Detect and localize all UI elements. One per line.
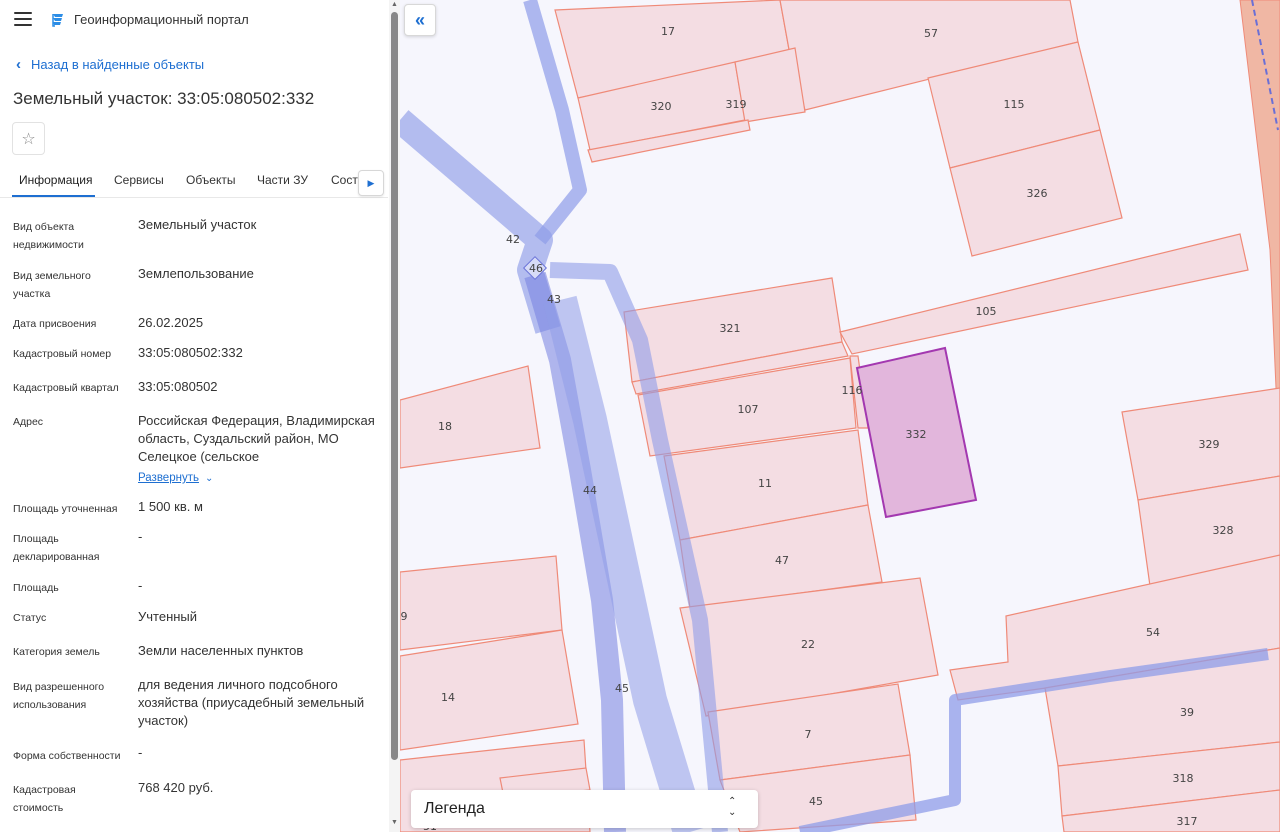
info-value: - bbox=[138, 578, 143, 593]
info-value: Учтенный bbox=[138, 609, 198, 624]
info-value: Земли населенных пунктов bbox=[138, 643, 304, 658]
tab-bar: Информация Сервисы Объекты Части ЗУ Сост… bbox=[0, 164, 388, 198]
info-label: Кадастровая стоимость bbox=[13, 784, 76, 814]
parcel-label: 43 bbox=[547, 293, 561, 306]
tabs-scroll-right-button[interactable]: ▶ bbox=[358, 170, 384, 196]
parcel-label: 22 bbox=[801, 638, 815, 651]
scroll-up-icon[interactable]: ▲ bbox=[391, 1, 398, 8]
parcel-18[interactable] bbox=[400, 365, 541, 469]
info-value: Землепользование bbox=[138, 266, 254, 281]
info-label: Дата присвоения bbox=[13, 318, 97, 330]
chevron-left-icon: ‹ bbox=[16, 56, 21, 73]
info-label: Кадастровый номер bbox=[13, 348, 112, 360]
parcel-label: 317 bbox=[1177, 815, 1198, 828]
parcel-label: 54 bbox=[1146, 626, 1160, 639]
info-value: 33:05:080502 bbox=[138, 379, 218, 394]
tab-information[interactable]: Информация bbox=[19, 173, 92, 187]
expand-address-link[interactable]: Развернуть bbox=[138, 472, 199, 484]
sidebar-scrollbar[interactable]: ▲ ▼ bbox=[389, 0, 400, 832]
parcel-label: 46 bbox=[529, 262, 543, 275]
info-label: Площадь уточненная bbox=[13, 503, 118, 515]
favorite-button[interactable]: ☆ bbox=[12, 122, 45, 155]
double-chevron-left-icon: « bbox=[414, 9, 425, 30]
parcel-label: 18 bbox=[438, 420, 452, 433]
star-icon: ☆ bbox=[21, 130, 36, 148]
active-tab-indicator bbox=[12, 195, 95, 197]
tab-parts[interactable]: Части ЗУ bbox=[257, 173, 308, 187]
portal-logo-icon bbox=[52, 14, 63, 27]
info-value: 1 500 кв. м bbox=[138, 499, 203, 514]
info-label: Категория земель bbox=[13, 646, 100, 658]
parcel-label: 329 bbox=[1199, 438, 1220, 451]
parcel-label: 328 bbox=[1213, 524, 1234, 537]
map-canvas[interactable]: 17 57 320 319 115 326 42 46 43 321 105 1… bbox=[400, 0, 1280, 832]
tab-objects[interactable]: Объекты bbox=[186, 173, 236, 187]
parcel-label: 318 bbox=[1173, 772, 1194, 785]
parcel-label: 7 bbox=[805, 728, 812, 741]
parcel-layer bbox=[400, 0, 1280, 832]
parcel-label: 116 bbox=[842, 384, 863, 397]
collapse-panel-button[interactable]: « bbox=[404, 4, 436, 36]
info-value: 26.02.2025 bbox=[138, 315, 204, 330]
parcel-label: 319 bbox=[726, 98, 747, 111]
info-label: Вид земельного участка bbox=[13, 270, 91, 300]
page-title: Земельный участок: 33:05:080502:332 bbox=[13, 89, 315, 108]
legend-dropdown[interactable]: Легенда ⌃ ⌄ bbox=[411, 790, 758, 828]
expand-collapse-icon: ⌃ ⌄ bbox=[728, 796, 737, 818]
parcel-label: 14 bbox=[441, 691, 455, 704]
parcel-label: 39 bbox=[1180, 706, 1194, 719]
info-value: для ведения личного подсобного хозяйства… bbox=[138, 677, 365, 728]
parcel-label: 11 bbox=[758, 477, 772, 490]
legend-label: Легенда bbox=[424, 800, 485, 817]
menu-icon[interactable] bbox=[14, 12, 32, 28]
info-label: Кадастровый квартал bbox=[13, 382, 119, 394]
info-label: Площадь bbox=[13, 582, 59, 594]
parcel-label: 321 bbox=[720, 322, 741, 335]
info-value: - bbox=[138, 529, 143, 544]
parcel-label: 47 bbox=[775, 554, 789, 567]
info-label: Статус bbox=[13, 612, 47, 624]
sidebar-panel: Геоинформационный портал ‹ Назад в найде… bbox=[0, 0, 400, 832]
info-value: Земельный участок bbox=[138, 217, 257, 232]
info-label: Площадь декларированная bbox=[13, 533, 100, 563]
parcel-label: 17 bbox=[661, 25, 675, 38]
parcel-label: 45 bbox=[809, 795, 823, 808]
parcel-label: 115 bbox=[1004, 98, 1025, 111]
parcel-label: 44 bbox=[583, 484, 597, 497]
parcel-label: 42 bbox=[506, 233, 520, 246]
app-title: Геоинформационный портал bbox=[74, 12, 249, 27]
road-segment bbox=[400, 110, 561, 334]
scrollbar-thumb[interactable] bbox=[391, 12, 398, 760]
info-label: Адрес bbox=[13, 416, 44, 428]
info-value: 33:05:080502:332 bbox=[138, 345, 243, 360]
parcel-label: 57 bbox=[924, 27, 938, 40]
info-label: Форма собственности bbox=[13, 750, 121, 762]
tab-services[interactable]: Сервисы bbox=[114, 173, 164, 187]
info-label: Вид разрешенного использования bbox=[13, 681, 105, 711]
info-value: Российская Федерация, Владимирская облас… bbox=[138, 412, 384, 488]
info-value: - bbox=[138, 745, 143, 760]
parcel-105[interactable] bbox=[839, 233, 1249, 355]
cadastral-map[interactable]: 17 57 320 319 115 326 42 46 43 321 105 1… bbox=[400, 0, 1280, 832]
scroll-down-icon[interactable]: ▼ bbox=[391, 819, 398, 826]
parcel-label: 320 bbox=[651, 100, 672, 113]
back-to-results-link[interactable]: ‹ Назад в найденные объекты bbox=[16, 56, 204, 73]
top-bar: Геоинформационный портал bbox=[0, 0, 388, 40]
caret-right-icon: ▶ bbox=[367, 177, 375, 188]
parcel-label: 105 bbox=[976, 305, 997, 318]
parcel-label: 45 bbox=[615, 682, 629, 695]
parcel-label-selected: 332 bbox=[906, 428, 927, 441]
address-text: Российская Федерация, Владимирская облас… bbox=[138, 413, 375, 464]
info-label: Вид объекта недвижимости bbox=[13, 221, 84, 251]
info-value: 768 420 руб. bbox=[138, 780, 214, 795]
parcel-14[interactable] bbox=[400, 629, 579, 751]
back-link-label: Назад в найденные объекты bbox=[31, 57, 205, 72]
chevron-down-icon[interactable]: ⌄ bbox=[205, 473, 213, 484]
parcel-label: 107 bbox=[738, 403, 759, 416]
parcel-label: 326 bbox=[1027, 187, 1048, 200]
parcel-label: 9 bbox=[401, 610, 408, 623]
